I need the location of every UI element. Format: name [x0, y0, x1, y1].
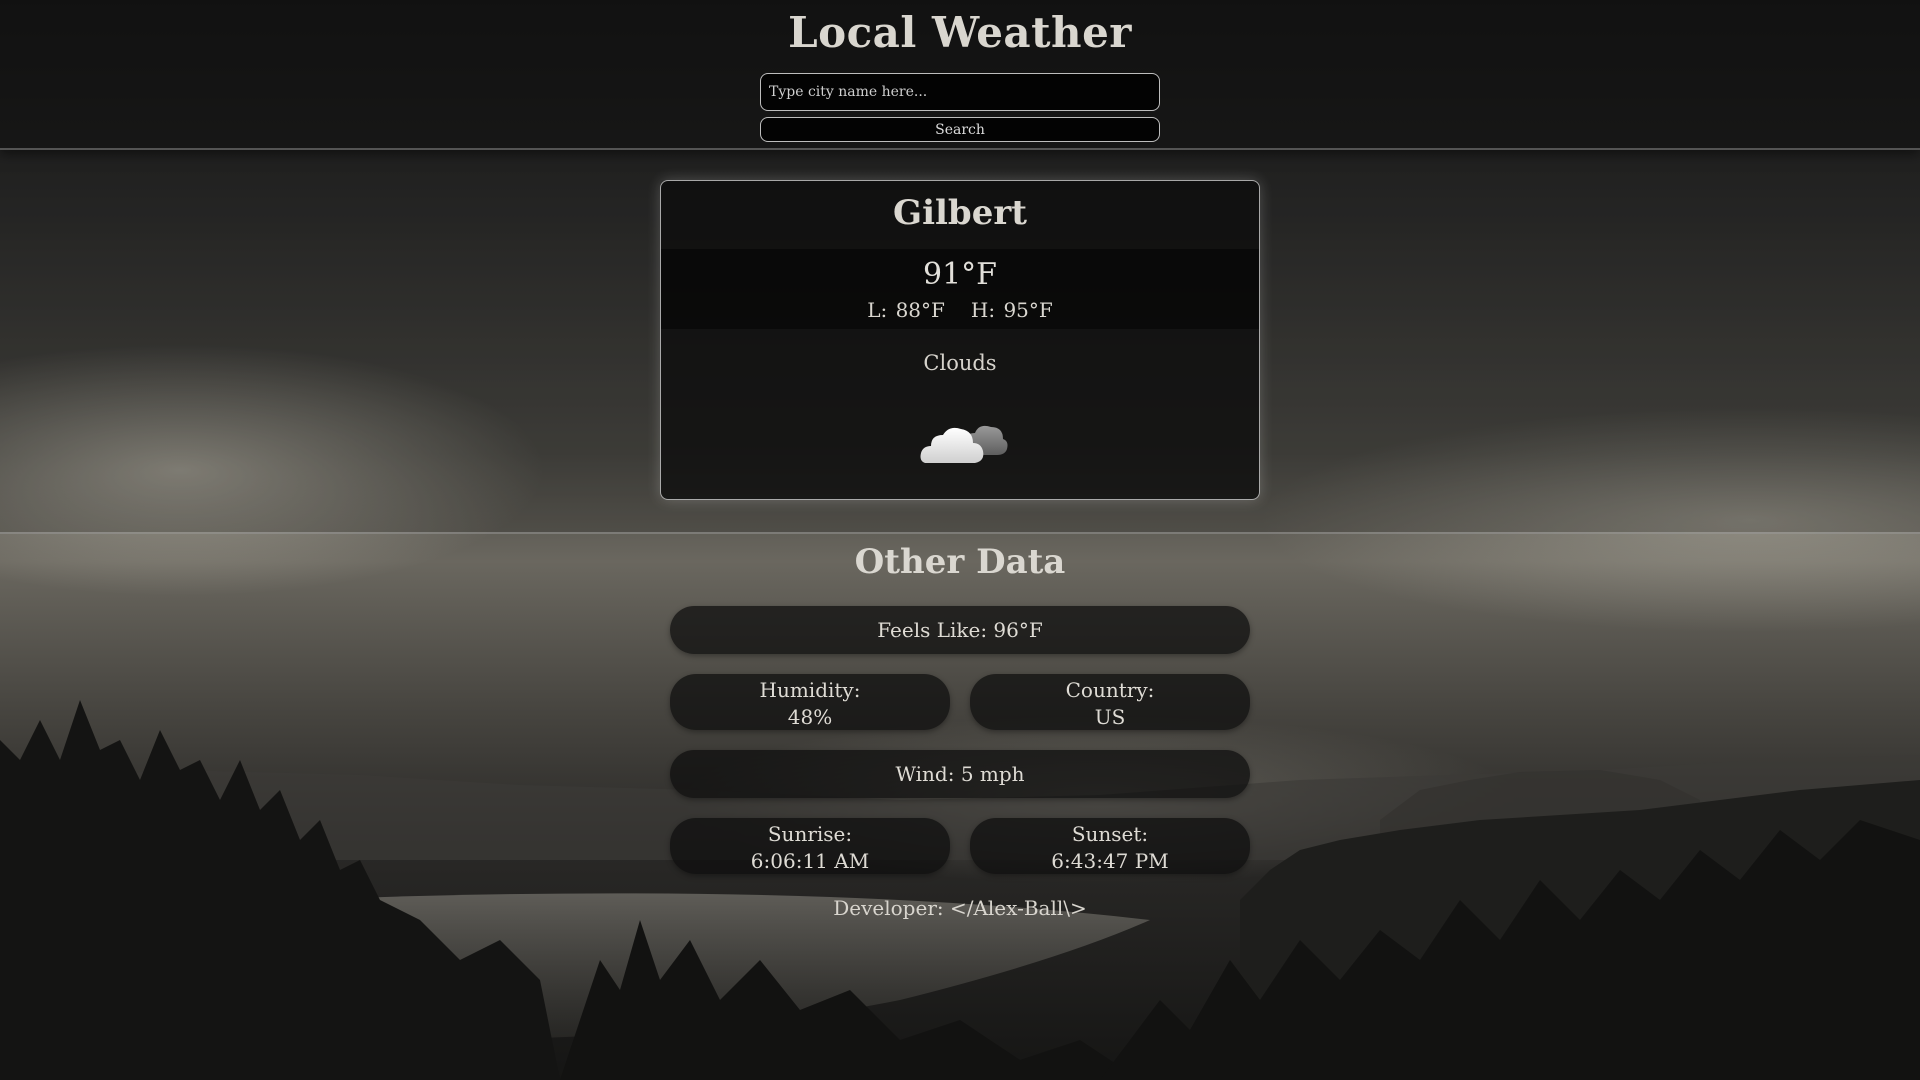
humidity-value: 48%: [787, 705, 833, 729]
country-label: Country:: [1065, 678, 1155, 702]
sunset-pill: Sunset: 6:43:47 PM: [970, 818, 1250, 874]
wind-pill: Wind: 5 mph: [670, 750, 1250, 798]
sunrise-label: Sunrise:: [767, 822, 853, 846]
weather-condition: Clouds: [923, 351, 997, 375]
low-temperature: L: 88°F: [867, 298, 945, 322]
feels-like-pill: Feels Like: 96°F: [670, 606, 1250, 654]
developer-credit: Developer: </Alex-Ball\>: [833, 896, 1087, 920]
humidity-pill: Humidity: 48%: [670, 674, 950, 730]
sunset-label: Sunset:: [1071, 822, 1149, 846]
city-search-input[interactable]: [760, 73, 1160, 111]
search-button[interactable]: Search: [760, 117, 1160, 142]
sunrise-value: 6:06:11 AM: [750, 849, 870, 873]
country-value: US: [1094, 705, 1126, 729]
header-bar: Local Weather Search: [0, 0, 1920, 150]
high-temperature: H: 95°F: [970, 298, 1053, 322]
app-title: Local Weather: [788, 8, 1132, 57]
sunrise-pill: Sunrise: 6:06:11 AM: [670, 818, 950, 874]
temperature-range: L: 88°F H: 95°F: [661, 298, 1259, 322]
sunset-value: 6:43:47 PM: [1051, 849, 1169, 873]
city-name: Gilbert: [893, 193, 1027, 233]
weather-card: Gilbert 91°F L: 88°F H: 95°F Clouds: [660, 180, 1260, 500]
current-temperature: 91°F: [923, 257, 997, 292]
country-pill: Country: US: [970, 674, 1250, 730]
humidity-label: Humidity:: [759, 678, 861, 702]
clouds-icon: [920, 425, 1008, 463]
other-data-title: Other Data: [854, 542, 1066, 582]
